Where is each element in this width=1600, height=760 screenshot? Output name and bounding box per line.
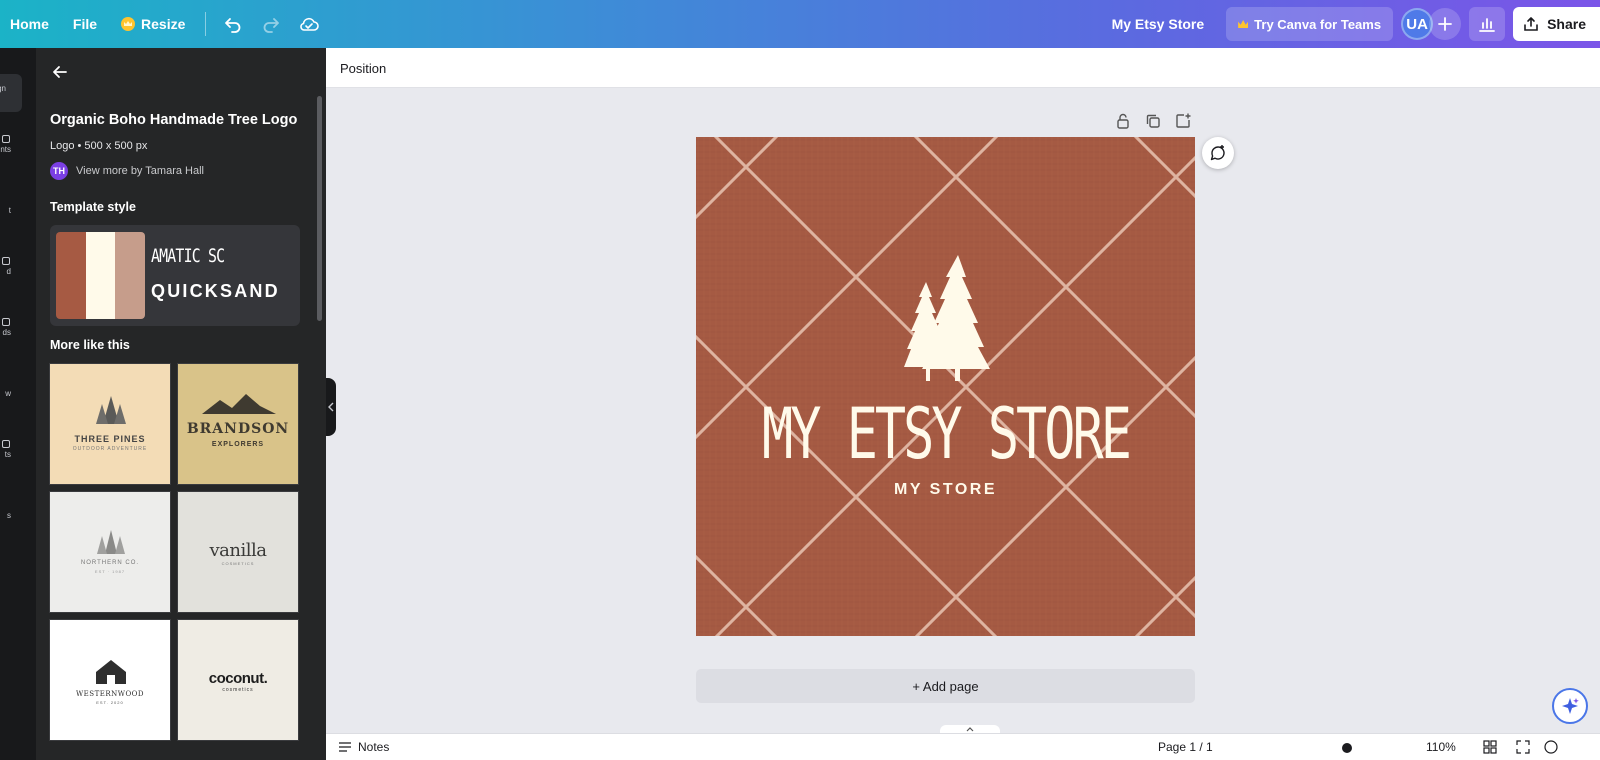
- design-title[interactable]: My Etsy Store: [1112, 16, 1205, 32]
- thumb-title: NORTHERN CO.: [80, 560, 140, 566]
- author-label: View more by Tamara Hall: [76, 165, 204, 177]
- design-canvas[interactable]: MY ETSY STORE MY STORE: [696, 137, 1195, 636]
- collapse-panel-handle[interactable]: [326, 378, 336, 436]
- author-avatar: TH: [50, 162, 68, 180]
- thumb-title: BRANDSON: [186, 421, 290, 437]
- thumb-title: coconut.: [208, 670, 268, 687]
- page-indicator[interactable]: Page 1 / 1: [1158, 740, 1213, 754]
- undo-icon[interactable]: [214, 0, 252, 48]
- insights-chart-icon[interactable]: [1469, 7, 1506, 41]
- template-thumb[interactable]: THREE PINES OUTDOOR ADVENTURE: [49, 363, 171, 485]
- font-preview-body: QUICKSAND: [151, 281, 280, 301]
- zoom-level[interactable]: 110%: [1426, 740, 1456, 754]
- left-rail: gn nts t d ds w ts s: [0, 48, 36, 760]
- more-like-this-heading: More like this: [50, 338, 130, 352]
- position-button[interactable]: Position: [334, 54, 392, 82]
- swatch-terracotta: [56, 232, 86, 319]
- pine-trees-icon: [96, 396, 126, 424]
- notes-label: Notes: [358, 740, 390, 754]
- notes-icon: [339, 742, 351, 752]
- color-palette: [56, 232, 145, 319]
- projects-icon: [2, 440, 10, 448]
- chevron-left-icon: [328, 402, 334, 412]
- top-bar-right: My Etsy Store Try Canva for Teams UA Sha…: [1112, 0, 1600, 48]
- design-subtitle-text[interactable]: MY STORE: [696, 481, 1195, 499]
- magic-assistant-icon[interactable]: [1552, 688, 1588, 724]
- template-thumb[interactable]: NORTHERN CO. EST · 1987: [49, 491, 171, 613]
- template-thumb[interactable]: WESTERNWOOD EST. 2020: [49, 619, 171, 741]
- cabin-icon: [96, 660, 126, 684]
- template-style-card[interactable]: AMATIC SC QUICKSAND: [50, 225, 300, 326]
- lock-icon[interactable]: [1114, 112, 1132, 130]
- thumb-subtitle: EST. 2020: [96, 700, 124, 705]
- author-link[interactable]: TH View more by Tamara Hall: [50, 162, 204, 180]
- rail-active-highlight: [0, 74, 22, 112]
- redo-icon[interactable]: [252, 0, 290, 48]
- context-toolbar: Position: [326, 48, 1600, 88]
- canvas-artwork: [696, 137, 1195, 636]
- share-label: Share: [1547, 16, 1586, 32]
- add-page-button[interactable]: + Add page: [696, 669, 1195, 703]
- rail-label: ds: [2, 328, 11, 337]
- crown-icon: [1238, 20, 1249, 28]
- template-thumb[interactable]: BRANDSON EXPLORERS: [177, 363, 299, 485]
- editor-footer: Notes Page 1 / 1 110%: [326, 733, 1600, 760]
- template-style-heading: Template style: [50, 200, 136, 214]
- invite-plus-icon[interactable]: [1429, 8, 1462, 40]
- rail-label: ts: [4, 450, 11, 459]
- thumb-subtitle: EST · 1987: [94, 569, 126, 574]
- template-thumb[interactable]: vanilla COSMETICS: [177, 491, 299, 613]
- grid-view-icon[interactable]: [1483, 740, 1497, 757]
- rail-label: w: [5, 389, 11, 398]
- zoom-slider-handle[interactable]: [1342, 743, 1352, 753]
- rail-label: t: [8, 206, 11, 215]
- resize-button[interactable]: Resize: [109, 0, 197, 48]
- uploads-icon: [2, 318, 10, 326]
- thumb-subtitle: EXPLORERS: [211, 441, 265, 448]
- thumb-title: THREE PINES: [74, 434, 146, 444]
- crown-icon: [121, 17, 136, 31]
- resize-label: Resize: [141, 16, 186, 32]
- rail-label: s: [7, 511, 11, 520]
- share-icon: [1524, 17, 1538, 31]
- template-detail-panel: Organic Boho Handmade Tree Logo Logo • 5…: [36, 48, 326, 760]
- rail-label: nts: [0, 145, 11, 154]
- fullscreen-icon[interactable]: [1516, 740, 1530, 757]
- back-arrow-icon[interactable]: [50, 62, 70, 82]
- mountain-trees-icon: [202, 394, 276, 414]
- add-comment-icon[interactable]: [1202, 137, 1234, 169]
- chevron-up-icon: [966, 727, 974, 732]
- template-meta: Logo • 500 x 500 px: [50, 140, 148, 152]
- home-button[interactable]: Home: [0, 0, 61, 48]
- cloud-saved-icon[interactable]: [290, 0, 328, 48]
- help-icon[interactable]: [1544, 740, 1558, 757]
- page-tools: [1114, 112, 1192, 130]
- font-preview-heading: AMATIC SC: [151, 245, 225, 267]
- try-teams-label: Try Canva for Teams: [1254, 16, 1382, 32]
- brand-icon: [2, 257, 10, 265]
- add-page-icon[interactable]: [1174, 112, 1192, 130]
- thumb-subtitle: OUTDOOR ADVENTURE: [72, 446, 148, 452]
- file-menu-button[interactable]: File: [61, 0, 109, 48]
- template-title: Organic Boho Handmade Tree Logo: [50, 112, 298, 128]
- thumb-title: vanilla: [209, 540, 268, 561]
- forest-icon: [97, 530, 125, 554]
- notes-button[interactable]: Notes: [338, 740, 389, 754]
- thumb-subtitle: cosmetics: [222, 687, 254, 693]
- template-thumb[interactable]: coconut. cosmetics: [177, 619, 299, 741]
- design-title-text[interactable]: MY ETSY STORE: [761, 389, 1132, 479]
- duplicate-page-icon[interactable]: [1144, 112, 1162, 130]
- thumb-subtitle: COSMETICS: [221, 561, 255, 566]
- rail-label: gn: [0, 84, 6, 93]
- panel-scrollbar[interactable]: [317, 96, 322, 321]
- top-bar: Home File Resize My Etsy Store Try Canva…: [0, 0, 1600, 48]
- thumb-title: WESTERNWOOD: [75, 690, 145, 698]
- rail-label: d: [6, 267, 11, 276]
- try-teams-button[interactable]: Try Canva for Teams: [1226, 7, 1394, 41]
- swatch-cream: [85, 232, 116, 319]
- elements-icon: [2, 135, 10, 143]
- swatch-rose: [115, 232, 145, 319]
- toolbar-divider: [205, 12, 207, 36]
- share-button[interactable]: Share: [1513, 7, 1600, 41]
